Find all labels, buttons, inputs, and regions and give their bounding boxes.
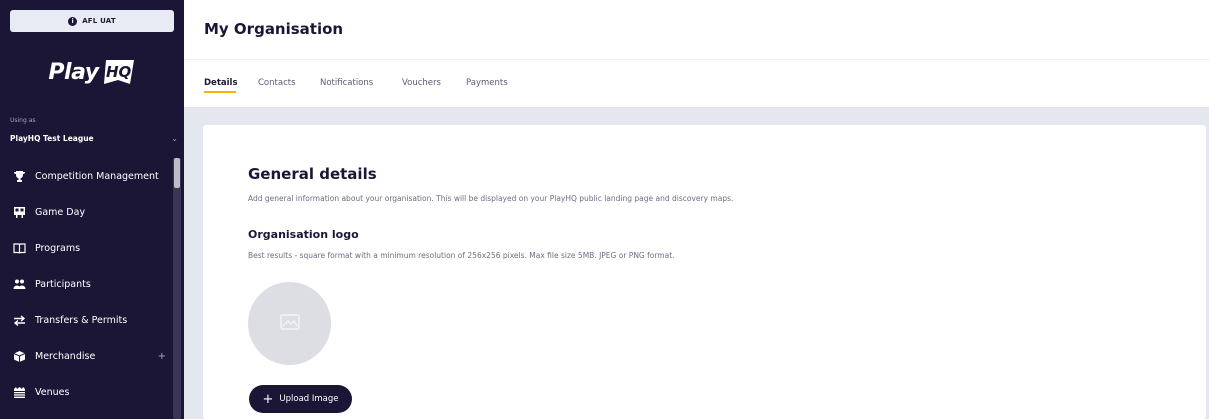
sidebar-item-label: Competition Management <box>35 170 159 182</box>
tab-details[interactable]: Details <box>204 78 238 88</box>
sidebar-item-venues[interactable]: Venues <box>0 374 172 410</box>
sidebar-scroll-thumb[interactable] <box>174 158 180 188</box>
info-icon: i <box>68 16 78 26</box>
organisation-logo-title: Organisation logo <box>248 228 359 241</box>
scoreboard-icon <box>12 205 26 219</box>
upload-image-button[interactable]: + Upload Image <box>249 385 352 413</box>
active-tab-indicator <box>204 91 236 93</box>
book-icon <box>12 241 26 255</box>
sidebar-item-label: Game Day <box>35 206 86 218</box>
sidebar-item-competition-management[interactable]: Competition Management <box>0 158 172 194</box>
people-icon <box>12 277 26 291</box>
expand-plus-icon[interactable]: + <box>158 351 166 362</box>
sidebar-item-participants[interactable]: Participants <box>0 266 172 302</box>
logo-placeholder <box>248 282 331 365</box>
sidebar-scrollbar[interactable] <box>173 158 181 419</box>
upload-image-label: Upload Image <box>279 394 339 404</box>
transfer-arrows-icon <box>12 313 26 327</box>
logo-hq-badge: HQ <box>102 58 136 86</box>
using-as-label: Using as <box>10 117 36 124</box>
organisation-name: PlayHQ Test League <box>10 133 94 143</box>
trophy-icon <box>12 169 26 183</box>
logo-play-text: Play <box>48 59 99 85</box>
sidebar-item-programs[interactable]: Programs <box>0 230 172 266</box>
organisation-logo-description: Best results - square format with a mini… <box>248 251 675 260</box>
chevron-down-icon: ⌄ <box>171 133 178 143</box>
sidebar-item-merchandise[interactable]: Merchandise + <box>0 338 172 374</box>
tab-contacts[interactable]: Contacts <box>258 78 296 88</box>
environment-badge: i AFL UAT <box>10 10 174 32</box>
section-title: General details <box>248 165 377 183</box>
stadium-icon <box>12 385 26 399</box>
sidebar-item-game-day[interactable]: Game Day <box>0 194 172 230</box>
section-description: Add general information about your organ… <box>248 194 734 203</box>
image-placeholder-icon <box>279 313 300 334</box>
tab-bar: Details Contacts Notifications Vouchers … <box>184 60 1209 108</box>
environment-label: AFL UAT <box>82 17 116 25</box>
sidebar-item-label: Transfers & Permits <box>35 314 128 326</box>
sidebar-item-transfers-permits[interactable]: Transfers & Permits <box>0 302 172 338</box>
sidebar-item-label: Participants <box>35 278 91 290</box>
sidebar: i AFL UAT Play HQ Using as PlayHQ Test L… <box>0 0 184 419</box>
sidebar-item-label: Programs <box>35 242 81 254</box>
general-details-card: General details Add general information … <box>203 125 1206 419</box>
logo-hq-text: HQ <box>105 63 132 81</box>
tab-payments[interactable]: Payments <box>466 78 508 88</box>
plus-icon: + <box>262 391 274 407</box>
organisation-selector[interactable]: PlayHQ Test League ⌄ <box>10 131 178 145</box>
tab-notifications[interactable]: Notifications <box>320 78 373 88</box>
page-header: My Organisation <box>184 0 1209 60</box>
tab-vouchers[interactable]: Vouchers <box>402 78 441 88</box>
playhq-logo[interactable]: Play HQ <box>0 52 184 92</box>
sidebar-nav: Competition Management Game Day Programs… <box>0 158 172 410</box>
sidebar-item-label: Merchandise <box>35 350 96 362</box>
page-title: My Organisation <box>204 20 344 38</box>
box-icon <box>12 349 26 363</box>
sidebar-item-label: Venues <box>35 386 70 398</box>
